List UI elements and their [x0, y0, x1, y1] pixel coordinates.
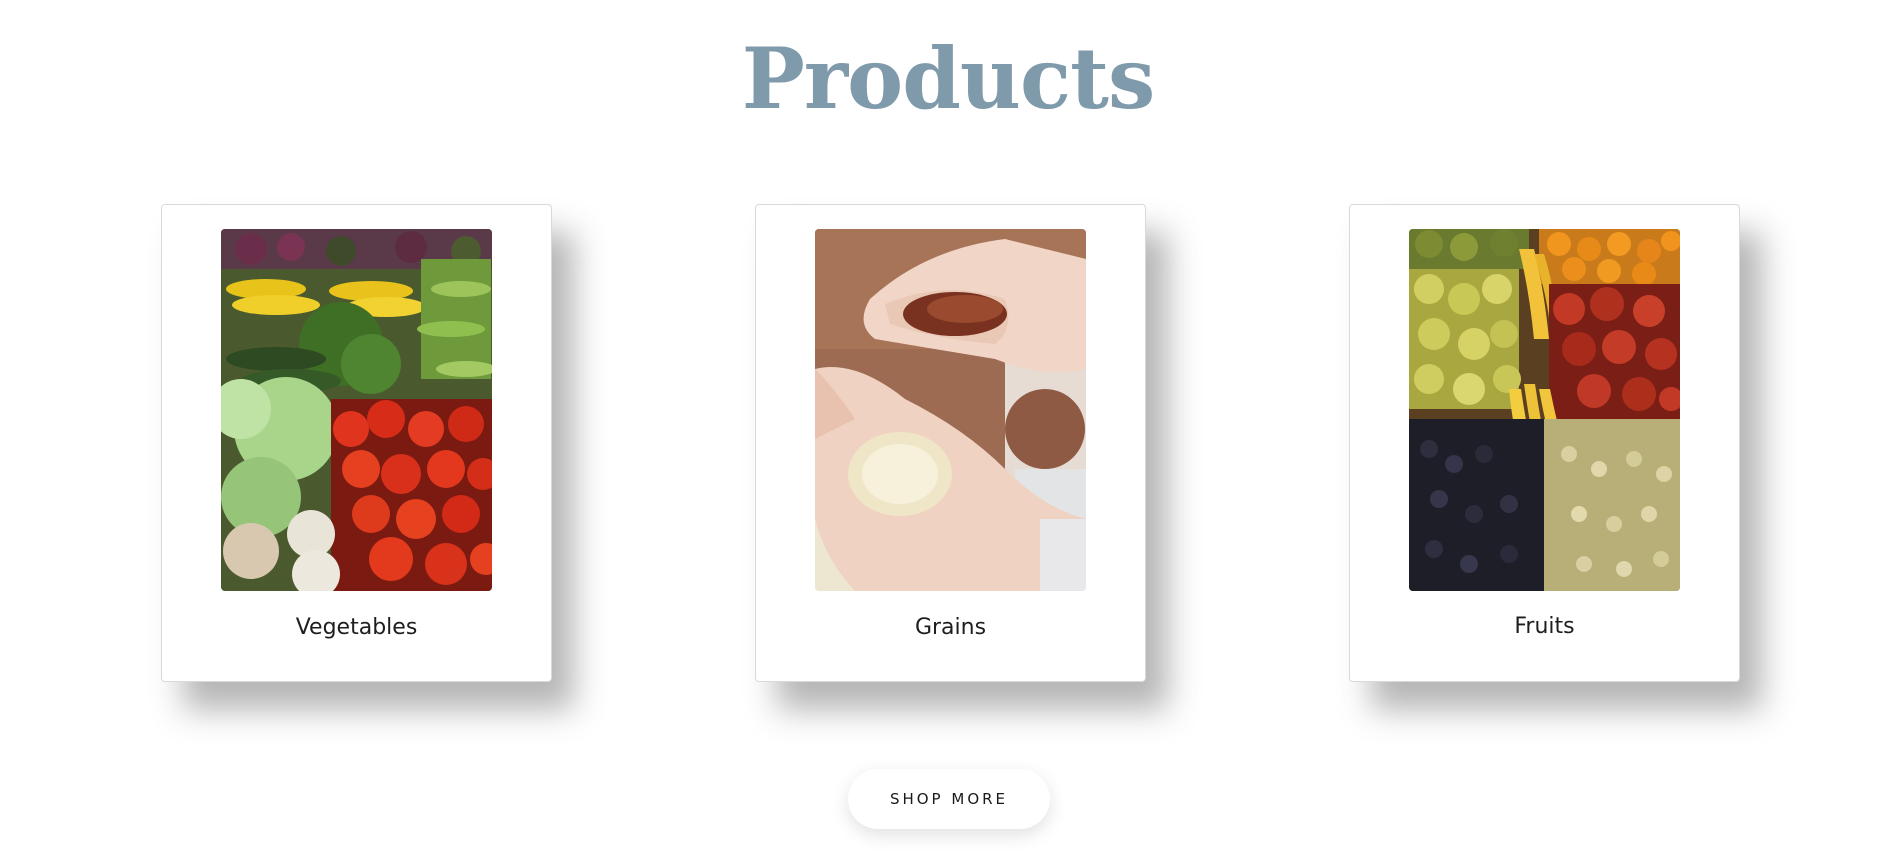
card-label: Fruits [1514, 614, 1575, 639]
product-card-fruits[interactable]: Fruits [1349, 204, 1740, 682]
card-label: Grains [914, 615, 987, 640]
vegetables-image [221, 229, 492, 591]
page-title: Products [741, 29, 1156, 128]
products-section: Products Vegetables Grains Fruits SHOP M… [0, 0, 1896, 863]
shop-more-button[interactable]: SHOP MORE [848, 769, 1050, 829]
grains-image [815, 229, 1086, 591]
product-card-vegetables[interactable]: Vegetables [161, 204, 552, 682]
card-label: Vegetables [295, 615, 418, 640]
fruits-image [1409, 229, 1680, 591]
product-card-grains[interactable]: Grains [755, 204, 1146, 682]
